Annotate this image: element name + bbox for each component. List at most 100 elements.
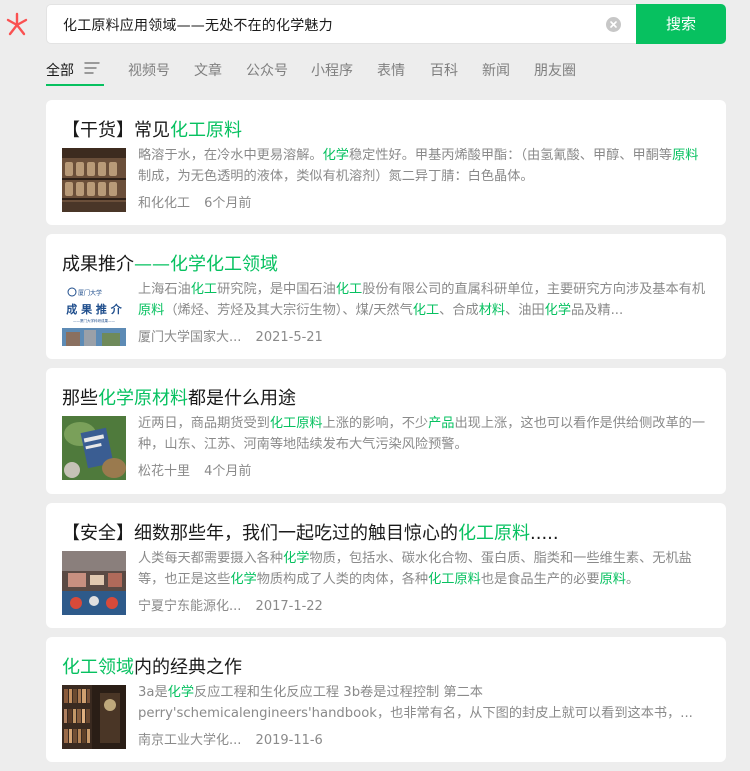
result-time: 2019-11-6 [255,733,323,748]
highlighted-keyword: 化学 [322,148,349,163]
text-segment: 也是食品生产的必要 [480,572,600,587]
text-segment: 成果推介 [62,254,134,275]
highlighted-keyword: 化工 [412,303,440,318]
tab-mini-programs[interactable]: 小程序 [311,60,353,80]
search-button[interactable]: 搜索 [636,4,726,44]
result-time: 2021-5-21 [255,330,323,345]
highlighted-keyword: 原料 [672,148,699,163]
tab-articles[interactable]: 文章 [194,60,222,80]
search-input[interactable]: 化工原料应用领域——无处不在的化学魅力 [46,4,636,44]
result-snippet: 3a是化学反应工程和生化反应工程 3b卷是过程控制 第二本 perry'sche… [138,682,708,724]
wechat-search-logo-icon[interactable] [4,12,30,38]
top-bar: 化工原料应用领域——无处不在的化学魅力 搜索 全部 视频号 文章 公众号 小程序… [0,0,750,100]
result-meta: 厦门大学国家大... 2021-5-21 [138,326,323,345]
text-segment: 品及精... [571,303,624,318]
text-segment: 近两日，商品期货受到 [138,416,270,431]
highlighted-keyword: 化工领域 [62,657,134,678]
result-time: 6个月前 [204,196,252,211]
text-segment: ..... [530,523,559,544]
result-meta: 松花十里 4个月前 [138,460,251,479]
highlighted-keyword: 原料 [599,572,626,587]
result-source[interactable]: 松花十里 [138,464,190,479]
text-segment: 那些 [62,388,98,409]
tab-stickers[interactable]: 表情 [377,60,405,80]
result-title[interactable]: 化工领域内的经典之作 [62,653,242,679]
text-segment: 研究院，是中国石油 [217,282,336,297]
result-meta: 和化化工 6个月前 [138,192,251,211]
result-thumbnail [62,685,126,749]
thumb-school-text: 厦门大学 [78,289,102,297]
highlighted-keyword: 化工原料 [170,120,242,141]
result-card[interactable]: 成果推介——化学化工领域 厦门大学 成 果 推 介 ——厦门大学科研成果—— 上… [46,234,726,359]
tab-moments[interactable]: 朋友圈 [534,60,576,80]
text-segment: （烯烃、芳烃及其大宗衍生物）、煤/天然气 [164,303,413,318]
tab-official-accounts[interactable]: 公众号 [246,60,288,80]
search-query-text[interactable]: 化工原料应用领域——无处不在的化学魅力 [63,15,333,35]
thumb-subtitle-text: ——厦门大学科研成果—— [73,318,115,323]
text-segment: 内的经典之作 [134,657,242,678]
highlighted-keyword: 化学 [283,551,310,566]
filter-tabs: 全部 视频号 文章 公众号 小程序 表情 百科 新闻 朋友圈 [46,60,646,88]
text-segment: 3a是 [138,685,168,700]
tab-all[interactable]: 全部 [46,60,74,80]
text-segment: 制成，为无色透明的液体，类似有机溶剂）氮二异丁腈：白色晶体。 [138,169,534,184]
tab-channels[interactable]: 视频号 [128,60,170,80]
highlighted-keyword: 原料 [138,303,165,318]
active-tab-indicator [46,84,104,86]
text-segment: 上海石油 [138,282,191,297]
result-card[interactable]: 化工领域内的经典之作 3a是化学反应工程和生化反应工程 3b卷是过程控制 第二本… [46,637,726,762]
result-snippet: 人类每天都需要摄入各种化学物质，包括水、碳水化合物、蛋白质、脂类和一些维生素、无… [138,548,708,590]
result-thumbnail [62,416,126,480]
thumb-title-text: 成 果 推 介 [66,302,122,316]
text-segment: 上涨的影响，不少 [322,416,429,431]
result-thumbnail: 厦门大学 成 果 推 介 ——厦门大学科研成果—— [62,282,126,346]
result-title[interactable]: 【安全】细数那些年，我们一起吃过的触目惊心的化工原料..... [62,519,559,545]
text-segment: 、油田 [505,303,545,318]
result-source[interactable]: 南京工业大学化... [138,733,241,748]
result-snippet: 上海石油化工研究院，是中国石油化工股份有限公司的直属科研单位，主要研究方向涉及基… [138,279,708,321]
result-thumbnail [62,148,126,212]
text-segment: 、合成 [439,303,479,318]
result-title[interactable]: 成果推介——化学化工领域 [62,250,278,276]
text-segment: 反应工程和生化反应工程 3b卷是过程控制 第二本 perry'schemical… [138,685,693,721]
text-segment: 人类每天都需要摄入各种 [138,551,284,566]
result-title[interactable]: 那些化学原材料都是什么用途 [62,384,296,410]
result-thumbnail [62,551,126,615]
result-card[interactable]: 那些化学原材料都是什么用途 近两日，商品期货受到化工原料上涨的影响，不少产品出现… [46,368,726,494]
result-snippet: 近两日，商品期货受到化工原料上涨的影响，不少产品出现上涨，这也可以看作是供给侧改… [138,413,708,455]
tab-encyclopedia[interactable]: 百科 [430,60,458,80]
result-card[interactable]: 【干货】常见化工原料 略溶于水，在冷水中更易溶解。化学稳定性好。甲基丙烯酸甲酯：… [46,100,726,225]
highlighted-keyword: 化学 [230,572,257,587]
filter-icon[interactable] [84,61,100,75]
text-segment: 都是什么用途 [188,388,296,409]
result-source[interactable]: 厦门大学国家大... [138,330,241,345]
highlighted-keyword: 化工原料 [269,416,323,431]
result-source[interactable]: 宁夏宁东能源化... [138,599,241,614]
result-snippet: 略溶于水，在冷水中更易溶解。化学稳定性好。甲基丙烯酸甲酯：（由氢氰酸、甲醇、甲酮… [138,145,708,187]
highlighted-keyword: 材料 [478,303,506,318]
result-source[interactable]: 和化化工 [138,196,190,211]
result-meta: 宁夏宁东能源化... 2017-1-22 [138,595,323,614]
highlighted-keyword: 化工 [190,282,218,297]
result-card[interactable]: 【安全】细数那些年，我们一起吃过的触目惊心的化工原料..... 人类每天都需要摄… [46,503,726,628]
result-time: 2017-1-22 [255,599,323,614]
text-segment: 略溶于水，在冷水中更易溶解。 [138,148,323,163]
highlighted-keyword: 化学原材料 [98,388,188,409]
highlighted-keyword: 化学 [544,303,572,318]
text-segment: 。 [625,572,640,587]
result-title[interactable]: 【干货】常见化工原料 [62,116,242,142]
clear-icon[interactable] [606,17,621,32]
highlighted-keyword: 化工原料 [428,572,481,587]
highlighted-keyword: 化学 [167,685,195,700]
text-segment: 稳定性好。甲基丙烯酸甲酯：（由氢氰酸、甲醇、甲酮等 [349,148,673,163]
tab-news[interactable]: 新闻 [482,60,510,80]
highlighted-keyword: 产品 [428,416,455,431]
highlighted-keyword: 化工原料 [458,523,530,544]
text-segment: 股份有限公司的直属科研单位，主要研究方向涉及基本有机 [362,282,706,297]
highlighted-keyword: ——化学化工领域 [134,254,278,275]
text-segment: 【安全】细数那些年，我们一起吃过的触目惊心的 [62,523,458,544]
result-time: 4个月前 [204,464,252,479]
text-segment: 物质构成了人类的肉体，各种 [256,572,429,587]
result-meta: 南京工业大学化... 2019-11-6 [138,729,323,748]
highlighted-keyword: 化工 [335,282,363,297]
